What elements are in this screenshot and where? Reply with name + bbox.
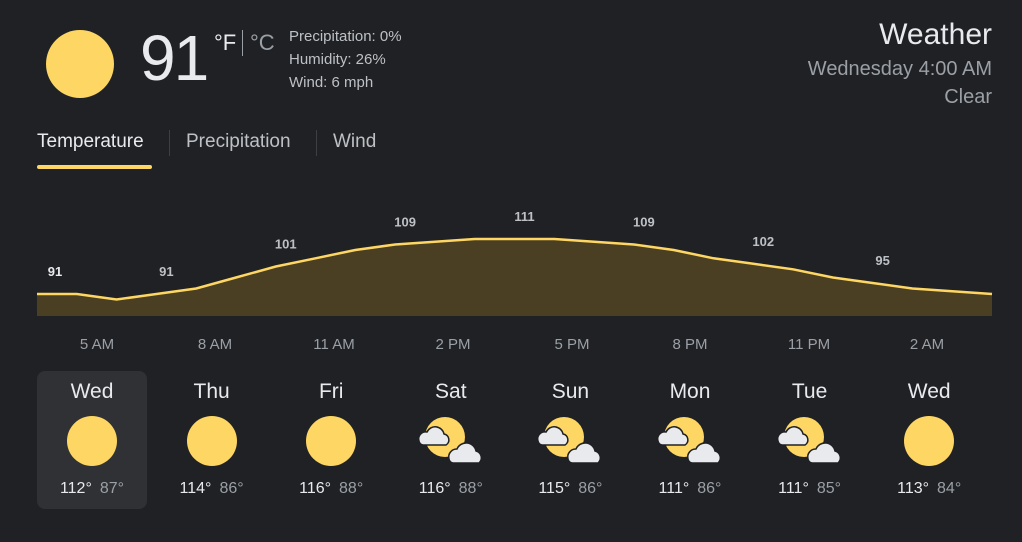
weather-condition: Clear [944,86,992,108]
day-forecast-thu[interactable]: Thu 114° 86° [157,371,267,509]
day-temperatures: 111° 86° [635,480,745,498]
unit-divider [242,30,243,56]
day-name: Wed [907,380,951,403]
day-temperatures: 113° 84° [874,480,984,498]
day-forecast-wed[interactable]: Wed 113° 84° [874,371,984,509]
unit-celsius-toggle[interactable]: °C [250,30,275,56]
partly-cloudy-icon [654,415,724,467]
partly-cloudy-icon [415,415,485,467]
day-name: Fri [318,380,344,403]
day-forecast-fri[interactable]: Fri 116° 88° [276,371,386,509]
day-temperatures: 115° 86° [515,480,625,498]
day-forecast-mon[interactable]: Mon 111° 86° [635,371,745,509]
tab-divider [316,130,317,156]
partly-cloudy-icon [534,415,604,467]
partly-cloudy-icon [774,415,844,467]
sun-icon [46,30,114,98]
day-low-temp: 86° [578,480,603,497]
weather-datetime: Wednesday 4:00 AM [807,58,992,80]
day-high-temp: 113° [897,480,930,497]
humidity-text: Humidity: 26% [289,51,386,68]
chart-data-label: 109 [394,215,416,230]
day-low-temp: 87° [99,480,125,497]
day-forecast-tue[interactable]: Tue 111° 85° [755,371,865,509]
active-tab-indicator [37,165,152,169]
day-high-temp: 116° [299,480,332,497]
day-temperatures: 114° 86° [157,480,267,498]
chart-data-label: 102 [752,234,774,249]
sun-icon [305,415,357,467]
day-high-temp: 111° [658,480,690,497]
chart-data-label: 91 [48,264,62,279]
current-temperature: 91 [140,22,209,94]
chart-data-label: 101 [275,237,297,252]
day-temperatures: 116° 88° [396,480,506,498]
unit-fahrenheit-toggle[interactable]: °F [214,30,236,56]
sun-icon [66,415,118,467]
day-high-temp: 116° [418,480,451,497]
day-temperatures: 112° 87° [37,480,147,498]
sun-icon [186,415,238,467]
day-name: Sat [435,380,467,403]
day-name: Sun [551,380,590,403]
day-high-temp: 111° [778,480,809,497]
day-temperatures: 111° 85° [755,480,865,498]
day-name: Thu [193,380,230,403]
chart-data-label: 91 [159,264,173,279]
day-low-temp: 86° [697,480,722,497]
day-low-temp: 86° [219,480,244,497]
day-temperatures: 116° 88° [276,480,386,498]
hour-tick-label: 2 AM [909,336,945,353]
hour-tick-label: 11 PM [787,336,831,353]
day-name: Mon [669,380,711,403]
chart-data-label: 109 [633,215,655,230]
hour-tick-label: 2 PM [435,336,471,353]
tab-wind[interactable]: Wind [333,131,376,153]
tab-temperature[interactable]: Temperature [37,131,144,153]
day-low-temp: 85° [816,480,842,497]
temperature-chart: 91 91 101 109 111 109 102 95 [37,209,993,316]
weather-title: Weather [879,18,992,51]
hour-tick-label: 5 PM [554,336,590,353]
day-name: Wed [70,380,114,403]
hour-tick-label: 8 PM [672,336,708,353]
sun-icon [903,415,955,467]
hour-tick-label: 11 AM [313,336,355,353]
day-high-temp: 114° [179,480,212,497]
chart-data-label: 111 [514,209,534,224]
hour-tick-label: 5 AM [79,336,115,353]
tab-precipitation[interactable]: Precipitation [186,131,291,153]
day-forecast-wed[interactable]: Wed 112° 87° [37,371,147,509]
day-low-temp: 88° [458,480,483,497]
precipitation-text: Precipitation: 0% [289,28,402,45]
wind-text: Wind: 6 mph [289,74,374,91]
chart-data-label: 95 [875,253,889,268]
hour-tick-label: 8 AM [197,336,233,353]
day-forecast-sun[interactable]: Sun 115° 86° [515,371,625,509]
day-name: Tue [791,380,828,403]
day-high-temp: 115° [538,480,571,497]
tab-divider [169,130,170,156]
temperature-area [37,239,992,316]
day-forecast-sat[interactable]: Sat 116° 88° [396,371,506,509]
day-low-temp: 84° [937,480,962,497]
day-high-temp: 112° [59,480,92,497]
day-low-temp: 88° [339,480,364,497]
